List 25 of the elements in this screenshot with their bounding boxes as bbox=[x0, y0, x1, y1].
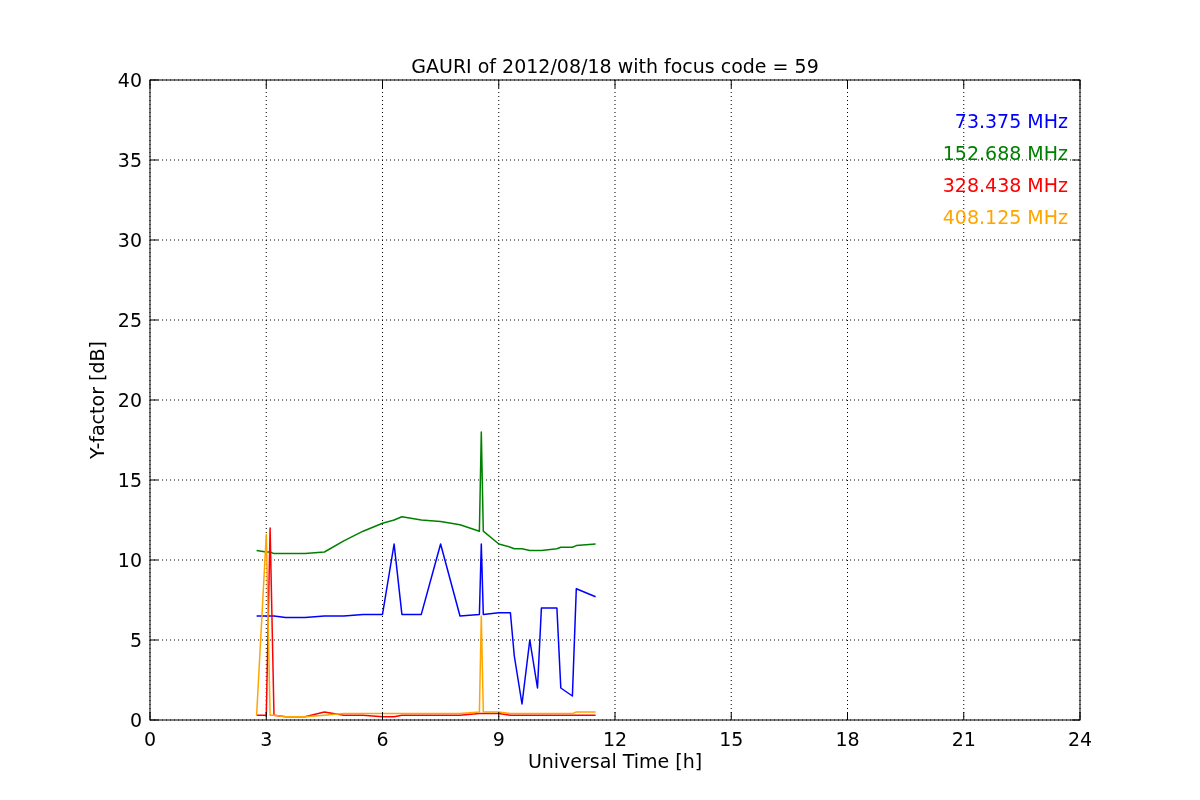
y-tick-label: 35 bbox=[117, 149, 142, 171]
y-tick-label: 30 bbox=[117, 229, 142, 251]
y-tick-label: 10 bbox=[117, 549, 142, 571]
legend-label: 152.688 MHz bbox=[942, 142, 1068, 164]
y-tick-label: 15 bbox=[117, 469, 142, 491]
x-tick-label: 15 bbox=[719, 728, 744, 750]
chart-title: GAURI of 2012/08/18 with focus code = 59 bbox=[411, 55, 819, 77]
x-tick-label: 6 bbox=[376, 728, 389, 750]
y-tick-label: 25 bbox=[117, 309, 142, 331]
x-tick-label: 9 bbox=[492, 728, 505, 750]
y-tick-label: 20 bbox=[117, 389, 142, 411]
x-tick-label: 0 bbox=[143, 728, 157, 750]
x-tick-label: 18 bbox=[835, 728, 860, 750]
x-tick-label: 3 bbox=[260, 728, 273, 750]
x-tick-label: 12 bbox=[602, 728, 628, 750]
x-tick-label: 21 bbox=[951, 728, 976, 750]
y-tick-label: 40 bbox=[117, 69, 142, 91]
x-axis-label: Universal Time [h] bbox=[527, 750, 703, 772]
x-tick-label: 24 bbox=[1067, 728, 1093, 750]
y-tick-label: 0 bbox=[129, 709, 142, 731]
legend-label: 73.375 MHz bbox=[954, 110, 1068, 132]
y-tick-label: 5 bbox=[129, 629, 142, 651]
legend-label: 328.438 MHz bbox=[942, 174, 1068, 196]
legend-label: 408.125 MHz bbox=[942, 206, 1068, 228]
y-axis-label: Y-factor [dB] bbox=[86, 341, 108, 459]
